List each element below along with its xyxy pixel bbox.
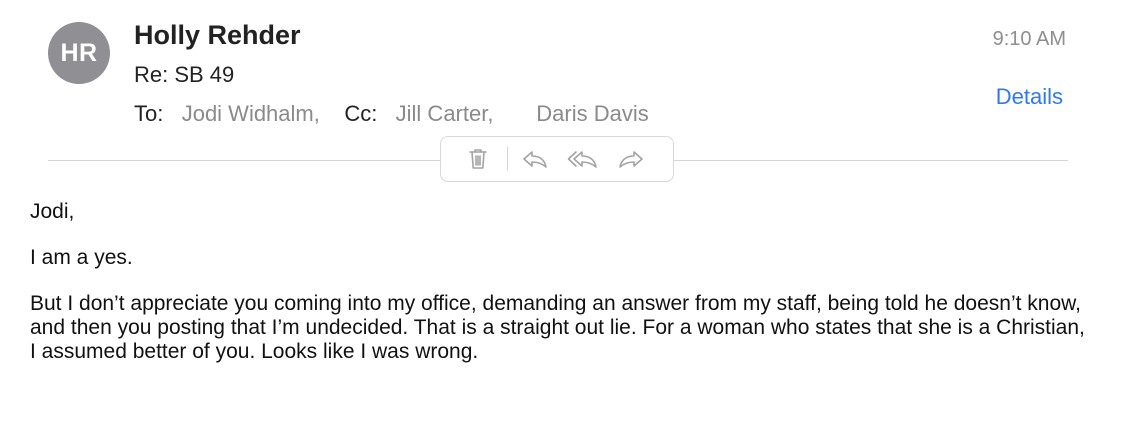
email-subject: Re: SB 49 bbox=[134, 62, 235, 87]
details-link[interactable]: Details bbox=[996, 84, 1063, 110]
forward-icon bbox=[619, 151, 643, 168]
message-toolbar bbox=[440, 136, 674, 182]
delete-button[interactable] bbox=[461, 142, 495, 176]
reply-button[interactable] bbox=[518, 142, 552, 176]
to-recipient[interactable]: Jodi Widhalm, bbox=[182, 101, 320, 126]
toolbar-separator bbox=[507, 147, 508, 171]
reply-all-button[interactable] bbox=[566, 142, 600, 176]
cc-recipient[interactable]: Daris Davis bbox=[536, 101, 648, 126]
cc-label: Cc: bbox=[344, 101, 378, 126]
trash-icon bbox=[469, 149, 487, 169]
body-greeting: Jodi, bbox=[30, 200, 75, 223]
recipients-line: To: Jodi Widhalm, Cc: Jill Carter, Daris… bbox=[134, 101, 649, 127]
message-body: Jodi, I am a yes. But I don’t appreciate… bbox=[30, 200, 1090, 386]
body-paragraph: But I don’t appreciate you coming into m… bbox=[30, 292, 1085, 363]
reply-icon bbox=[523, 151, 547, 168]
timestamp: 9:10 AM bbox=[992, 28, 1066, 50]
sender-name: Holly Rehder bbox=[134, 20, 301, 50]
cc-recipient[interactable]: Jill Carter, bbox=[396, 101, 494, 126]
body-paragraph: I am a yes. bbox=[30, 246, 133, 269]
to-label: To: bbox=[134, 101, 164, 126]
forward-button[interactable] bbox=[614, 142, 648, 176]
avatar: HR bbox=[48, 22, 110, 84]
reply-all-icon bbox=[567, 151, 597, 168]
